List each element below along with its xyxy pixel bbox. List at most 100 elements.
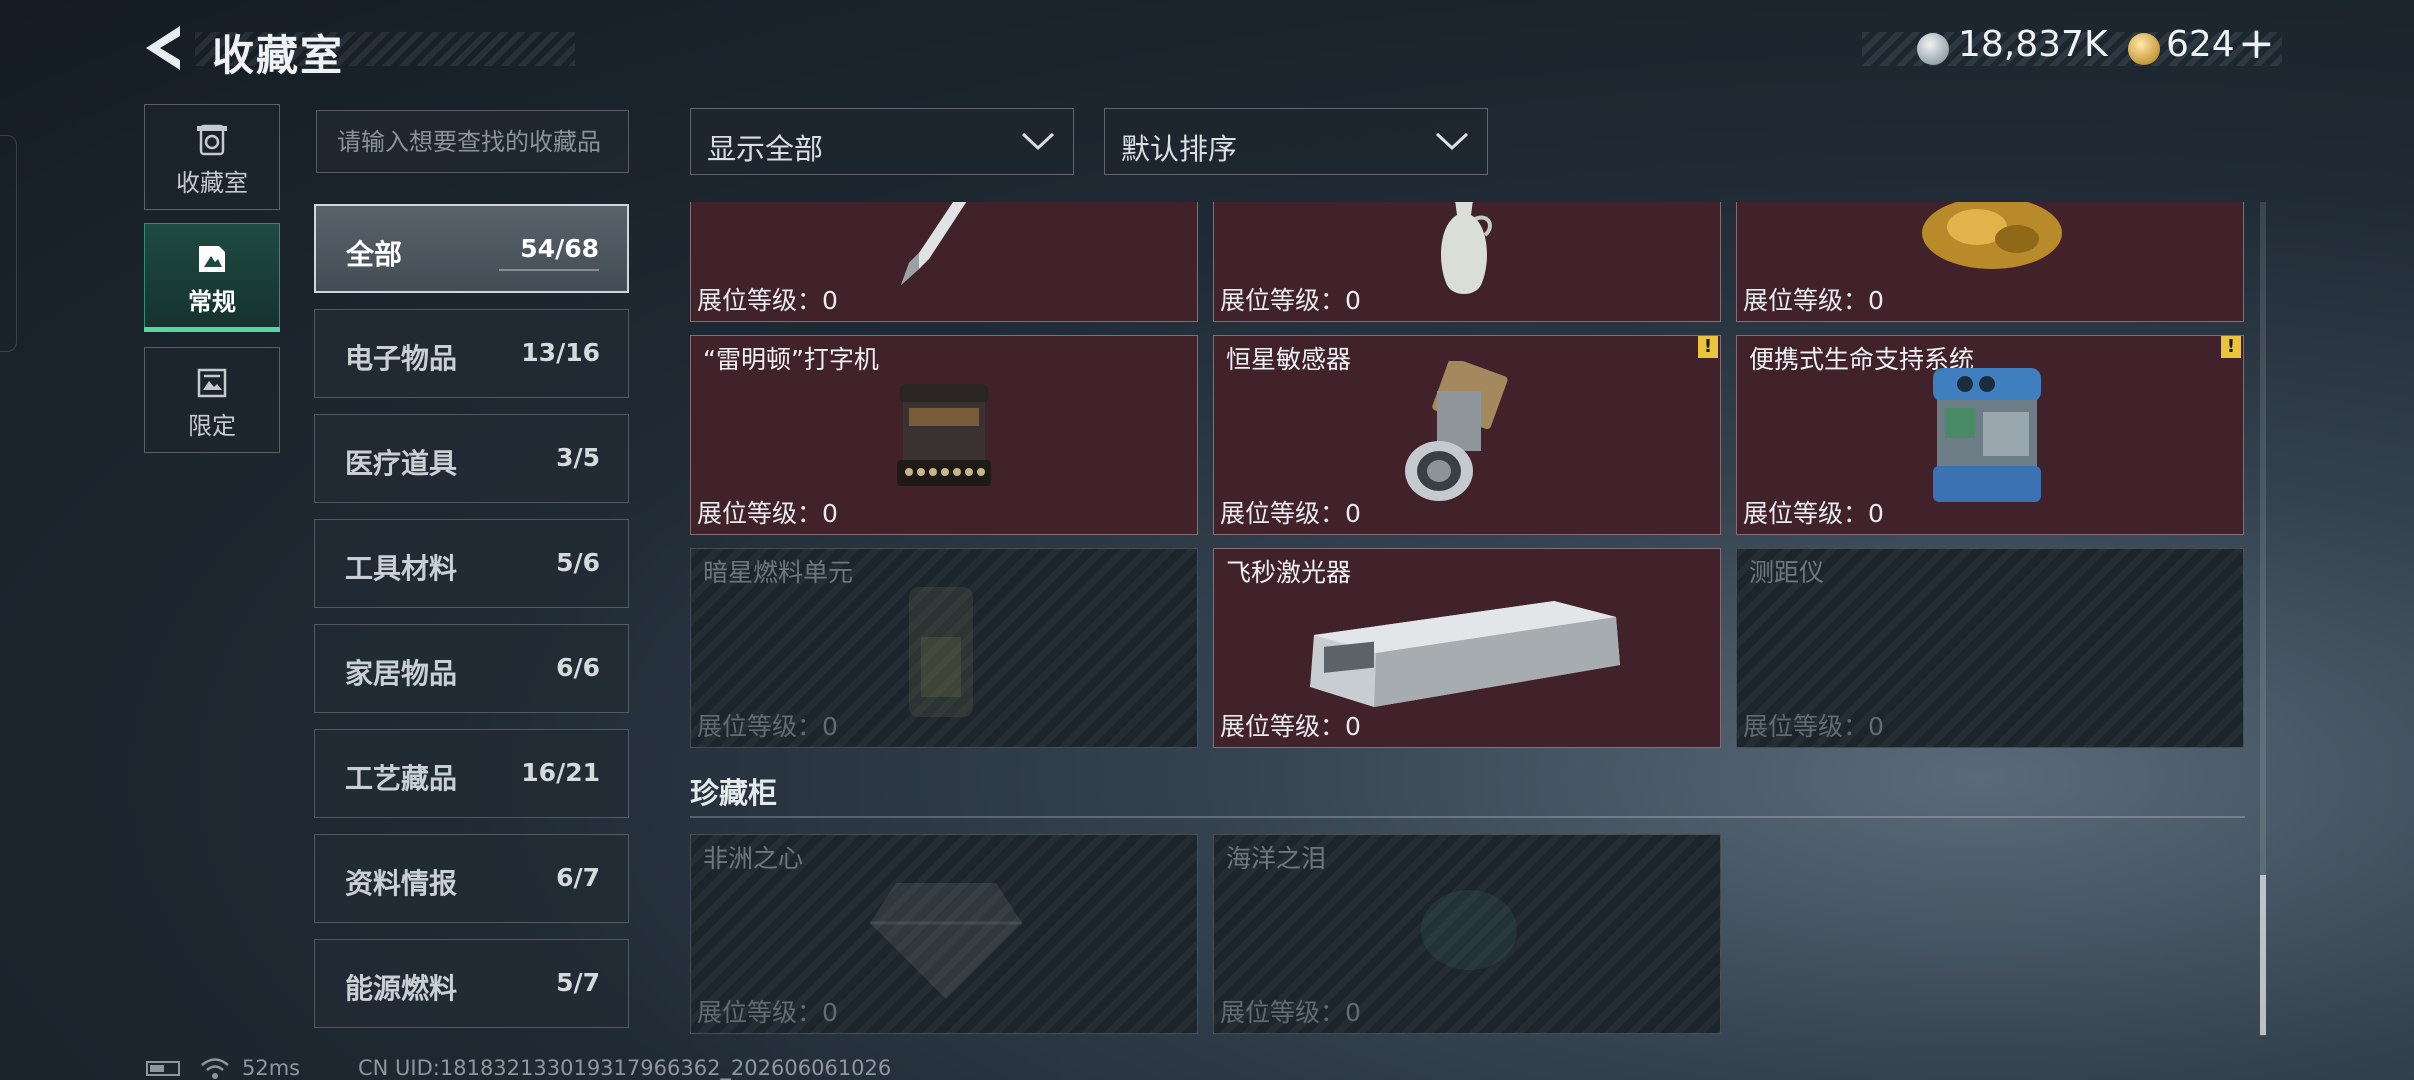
- category-underline: [499, 269, 599, 271]
- category-count: 54/68: [520, 234, 599, 263]
- item-card-golden-statue[interactable]: 展位等级：0: [1736, 202, 2244, 322]
- category-electronics[interactable]: 电子物品 13/16: [314, 309, 629, 398]
- item-card-vase[interactable]: 展位等级：0: [1213, 202, 1721, 322]
- item-name: 飞秒激光器: [1226, 558, 1352, 587]
- filter-dropdown-value: 显示全部: [707, 132, 824, 166]
- sort-dropdown-value: 默认排序: [1121, 132, 1238, 166]
- gold-coin-icon: [2128, 33, 2160, 65]
- category-home[interactable]: 家居物品 6/6: [314, 624, 629, 713]
- item-name: 非洲之心: [703, 844, 804, 873]
- nav-item-regular[interactable]: 常规: [144, 223, 280, 329]
- category-count: 5/7: [556, 968, 600, 997]
- item-level: 展位等级：0: [1220, 712, 1361, 741]
- diamond-icon: [870, 883, 1022, 999]
- wifi-icon: [201, 1058, 229, 1079]
- back-arrow-icon: [146, 26, 180, 70]
- picture-icon: [199, 246, 225, 272]
- category-label: 电子物品: [345, 342, 458, 375]
- filter-dropdown[interactable]: 显示全部: [690, 108, 1074, 175]
- item-name: 暗星燃料单元: [703, 558, 854, 587]
- item-card-pen[interactable]: 展位等级：0: [690, 202, 1198, 322]
- scrollbar-thumb[interactable]: [2260, 875, 2266, 1035]
- limited-icon: [197, 368, 227, 398]
- item-level: 展位等级：0: [1220, 499, 1361, 528]
- category-label: 医疗道具: [345, 447, 458, 480]
- nav-item-limited[interactable]: 限定: [144, 347, 280, 453]
- life-support-icon: [1933, 368, 2041, 502]
- pen-icon: [901, 202, 967, 285]
- category-intel[interactable]: 资料情报 6/7: [314, 834, 629, 923]
- search-input[interactable]: [316, 110, 629, 173]
- item-card-heart-of-africa[interactable]: 非洲之心 展位等级：0: [690, 834, 1198, 1034]
- item-level: 展位等级：0: [1220, 998, 1361, 1027]
- sort-dropdown[interactable]: 默认排序: [1104, 108, 1488, 175]
- silver-coin-icon: [1917, 33, 1949, 65]
- category-label: 工具材料: [345, 552, 458, 585]
- golden-statue-icon: [1922, 202, 2062, 269]
- item-level: 展位等级：0: [697, 712, 838, 741]
- ping-value: 52ms: [242, 1056, 301, 1080]
- category-label: 家居物品: [345, 657, 458, 690]
- category-count: 6/6: [556, 653, 600, 682]
- item-name: 测距仪: [1749, 558, 1825, 587]
- item-name: 恒星敏感器: [1226, 345, 1352, 374]
- category-count: 5/6: [556, 548, 600, 577]
- battery-icon: [146, 1061, 180, 1076]
- category-label: 全部: [346, 238, 403, 271]
- item-card-tear-of-ocean[interactable]: 海洋之泪 展位等级：0: [1213, 834, 1721, 1034]
- category-crafts[interactable]: 工艺藏品 16/21: [314, 729, 629, 818]
- item-level: 展位等级：0: [1220, 286, 1361, 315]
- star-sensor-icon: [1405, 361, 1508, 501]
- item-level: 展位等级：0: [1743, 286, 1884, 315]
- item-level: 展位等级：0: [697, 499, 838, 528]
- treasure-section-title: 珍藏柜: [690, 776, 778, 810]
- item-level: 展位等级：0: [697, 286, 838, 315]
- category-fuel[interactable]: 能源燃料 5/7: [314, 939, 629, 1028]
- nav-item-label: 常规: [188, 288, 236, 316]
- collection-grid[interactable]: 展位等级：0 展位等级：0 展位等级：0 “雷明顿”打字机 展位等级：0 恒星敏…: [690, 202, 2245, 1038]
- item-level: 展位等级：0: [697, 998, 838, 1027]
- item-card-life-support[interactable]: 便携式生命支持系统 ! 展位等级：0: [1736, 335, 2244, 535]
- category-medical[interactable]: 医疗道具 3/5: [314, 414, 629, 503]
- typewriter-icon: [897, 384, 991, 486]
- back-button[interactable]: [140, 22, 190, 74]
- item-card-typewriter[interactable]: “雷明顿”打字机 展位等级：0: [690, 335, 1198, 535]
- item-level: 展位等级：0: [1743, 712, 1884, 741]
- nav-item-label: 收藏室: [176, 169, 248, 197]
- category-tools[interactable]: 工具材料 5/6: [314, 519, 629, 608]
- category-label: 工艺藏品: [345, 762, 458, 795]
- page-title: 收藏室: [212, 31, 345, 80]
- category-label: 能源燃料: [345, 972, 458, 1005]
- silver-currency-value: 18,837K: [1958, 24, 2108, 65]
- section-divider: [690, 816, 2245, 818]
- chevron-down-icon: [1435, 132, 1469, 151]
- category-count: 6/7: [556, 863, 600, 892]
- item-card-star-sensor[interactable]: 恒星敏感器 ! 展位等级：0: [1213, 335, 1721, 535]
- category-count: 3/5: [556, 443, 600, 472]
- warning-badge: !: [2221, 336, 2241, 358]
- gem-icon: [1421, 890, 1517, 970]
- category-count: 16/21: [521, 758, 600, 787]
- gold-currency-value: 624: [2166, 24, 2235, 65]
- chevron-down-icon: [1021, 132, 1055, 151]
- category-all[interactable]: 全部 54/68: [314, 204, 629, 293]
- fuel-cell-icon: [909, 587, 973, 717]
- item-card-dark-star-fuel[interactable]: 暗星燃料单元 展位等级：0: [690, 548, 1198, 748]
- category-count: 13/16: [521, 338, 600, 367]
- item-card-femtosecond-laser[interactable]: 飞秒激光器 展位等级：0: [1213, 548, 1721, 748]
- nav-active-indicator: [144, 327, 280, 332]
- warning-badge: !: [1698, 336, 1718, 358]
- item-level: 展位等级：0: [1743, 499, 1884, 528]
- item-card-rangefinder[interactable]: 测距仪 展位等级：0: [1736, 548, 2244, 748]
- vase-icon: [1441, 202, 1492, 294]
- nav-item-label: 限定: [188, 412, 236, 440]
- item-name: “雷明顿”打字机: [703, 345, 879, 374]
- item-name: 海洋之泪: [1226, 844, 1327, 873]
- vault-icon: [197, 124, 227, 156]
- side-handle[interactable]: [0, 135, 17, 352]
- nav-item-vault[interactable]: 收藏室: [144, 104, 280, 210]
- add-currency-button[interactable]: +: [2238, 18, 2275, 69]
- category-label: 资料情报: [345, 867, 458, 900]
- uid-text: CN UID:18183213301931796636​2_2026060610…: [358, 1056, 892, 1080]
- laser-device-icon: [1310, 601, 1620, 707]
